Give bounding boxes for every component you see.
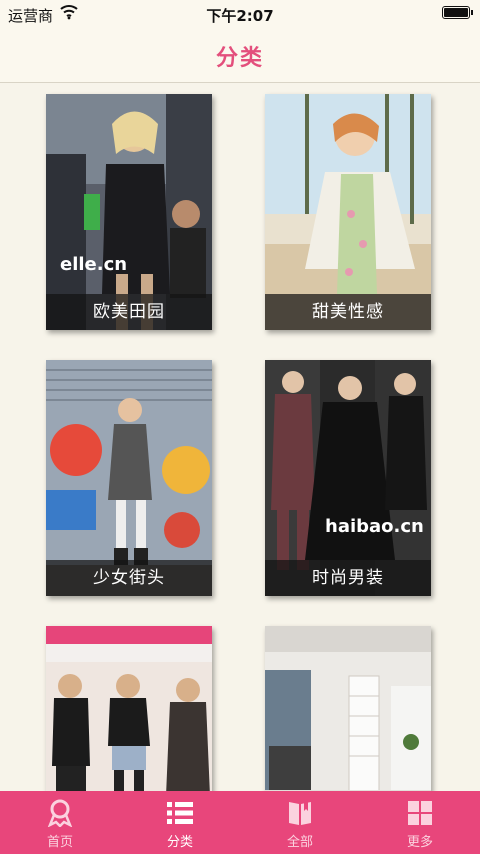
tab-more[interactable]: 更多 [360, 791, 480, 854]
category-label: 欧美田园 [46, 294, 212, 330]
tab-bar: 首页 分类 全部 更多 [0, 791, 480, 854]
list-icon [167, 802, 193, 824]
tab-category[interactable]: 分类 [120, 791, 240, 854]
nav-bar: 分类 [0, 28, 480, 83]
battery-icon [442, 6, 473, 19]
category-label: 时尚男装 [265, 560, 431, 596]
category-card-4[interactable]: 时尚男装 haibao.cn [265, 360, 431, 596]
tab-home[interactable]: 首页 [0, 791, 120, 854]
status-bar: 运营商 下午2:07 [0, 0, 480, 28]
category-card-5[interactable] [46, 626, 212, 791]
watermark: haibao.cn [325, 516, 424, 537]
watermark: elle.cn [60, 254, 128, 275]
category-card-6[interactable] [265, 626, 431, 791]
category-photo [265, 626, 431, 791]
grid-icon [408, 801, 432, 825]
tab-all[interactable]: 全部 [240, 791, 360, 854]
category-card-3[interactable]: 少女街头 [46, 360, 212, 596]
category-label: 少女街头 [46, 560, 212, 596]
ribbon-icon [47, 799, 73, 827]
tab-label: 首页 [46, 835, 73, 850]
tab-label: 更多 [406, 835, 433, 850]
category-label: 甜美性感 [265, 294, 431, 330]
book-icon [289, 802, 311, 825]
tab-label: 分类 [166, 835, 193, 850]
category-grid[interactable]: 欧美田园 elle.cn 甜美性感 少女街头 时尚男装 haibao.cn [0, 83, 480, 791]
category-card-2[interactable]: 甜美性感 [265, 94, 431, 330]
page-title: 分类 [215, 46, 264, 71]
category-photo [46, 626, 212, 791]
clock: 下午2:07 [206, 7, 274, 25]
tab-label: 全部 [286, 835, 313, 850]
category-card-1[interactable]: 欧美田园 elle.cn [46, 94, 212, 330]
